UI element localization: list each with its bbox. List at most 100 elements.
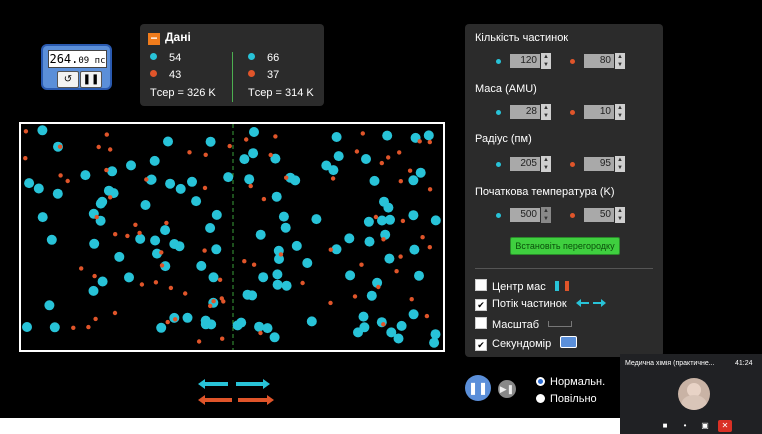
red-particle [219,296,224,301]
red-particle [217,277,223,282]
blue-particle [24,178,35,189]
blue-particle [52,188,63,199]
red-particle [57,144,63,149]
blue-particle [429,337,440,348]
speed-normal-option[interactable]: Нормальн. [536,376,605,388]
center-of-mass-option[interactable]: Центр мас [475,279,569,293]
blue-temperature-input[interactable]: 500 [510,208,540,222]
red-temperature-input[interactable]: 50 [584,208,614,222]
red-particle [360,131,365,136]
blue-particle [262,323,273,334]
blue-mass-spinner[interactable]: ▲ ▼ [541,104,551,120]
end-call-icon[interactable]: ✕ [718,420,732,432]
pause-button[interactable]: ❚❚ [465,375,491,401]
red-radius-input[interactable]: 95 [584,157,614,171]
blue-radius-spinner[interactable]: ▲ ▼ [541,156,551,172]
stopwatch-option[interactable]: ✔ Секундомір [475,336,578,351]
blue-temperature-spinner[interactable]: ▲ ▼ [541,207,551,223]
blue-particle [269,332,280,343]
screen-share-icon[interactable]: ▣ [698,420,712,432]
scale-ruler-icon [548,321,573,327]
red-particle [354,149,360,154]
particle-container[interactable] [19,122,445,352]
blue-particle [272,279,283,290]
blue-count-spinner[interactable]: ▲ ▼ [541,53,551,69]
blue-particle [37,125,48,136]
speed-slow-option[interactable]: Повільно [536,393,597,405]
red-radius-spinner[interactable]: ▲ ▼ [615,156,625,172]
data-panel-header[interactable]: − Дані [148,30,191,45]
data-panel: − Дані 54 43 Tсер = 326 K 66 37 Tсер = 31… [140,24,324,106]
blue-particle [281,280,292,291]
stopwatch-reset-button[interactable]: ↺ [57,71,79,88]
step-button[interactable]: ▶❚ [498,380,516,398]
center-of-mass-checkbox[interactable] [475,279,487,291]
pause-icon: ❚❚ [82,74,100,85]
camera-icon[interactable]: ■ [658,420,672,432]
red-count-spinner[interactable]: ▲ ▼ [615,53,625,69]
red-particle [108,147,113,152]
blue-dot-icon [496,213,501,218]
blue-particle [377,215,387,226]
particle-flow-checkbox[interactable]: ✔ [475,299,487,311]
speed-normal-radio[interactable] [536,377,545,386]
red-marker-icon [564,281,569,291]
video-call-overlay[interactable]: Медична хімія (практичне... 41:24 ■ • ▣ … [620,354,762,434]
blue-count-input[interactable]: 120 [510,54,540,68]
blue-mass-input[interactable]: 28 [510,105,540,119]
red-temperature-spinner[interactable]: ▲ ▼ [615,207,625,223]
stopwatch-pause-button[interactable]: ❚❚ [80,71,102,88]
red-particle [159,263,165,268]
red-particle [159,250,164,255]
red-dot-icon [570,162,575,167]
blue-particle [22,322,32,332]
blue-particle [97,276,108,287]
speed-slow-radio[interactable] [536,394,545,403]
scale-checkbox[interactable] [475,317,487,329]
blue-particle [280,222,291,233]
stopwatch-checkbox[interactable]: ✔ [475,339,487,351]
blue-particle [258,272,269,283]
blue-particle [37,212,48,223]
blue-dot-icon [496,162,501,167]
blue-radius-input[interactable]: 205 [510,157,540,171]
particle-flow-option[interactable]: ✔ Потік частинок [475,298,606,311]
blue-particle [44,300,55,311]
blue-particle [247,290,258,301]
red-dot-icon [248,70,255,77]
control-panel: Кількість частинок 120 ▲ ▼ 80 ▲ ▼ Маса (AM… [465,24,663,357]
red-particle [173,317,178,322]
call-title: Медична хімія (практичне... [625,360,715,367]
blue-particle [363,216,374,227]
red-particle [86,324,91,330]
blue-particle [393,333,404,344]
red-mass-spinner[interactable]: ▲ ▼ [615,104,625,120]
red-particle [144,177,149,182]
red-particle [424,313,430,319]
blue-particle [124,272,134,283]
blue-particle [249,127,259,137]
blue-particle [384,253,395,264]
collapse-icon[interactable]: − [148,32,160,45]
blue-particle [423,130,434,141]
red-count-input[interactable]: 80 [584,54,614,68]
blue-particle [414,270,424,281]
microphone-icon[interactable]: • [678,420,692,432]
step-forward-icon: ▶❚ [499,384,515,394]
red-particle [58,173,63,178]
red-mass-input[interactable]: 10 [584,105,614,119]
blue-particle [200,319,211,330]
set-partition-button[interactable]: Встановіть перегородку [510,237,620,255]
initial-temperature-label: Початкова температура (K) [475,186,615,198]
scale-option[interactable]: Масштаб [475,317,573,331]
red-particle [398,179,403,184]
blue-particle [208,272,219,283]
stopwatch-icon [560,336,578,348]
blue-particle [369,175,380,186]
red-particle [79,266,84,271]
blue-particle [196,260,207,271]
stopwatch[interactable]: 264.09 пс ↺ ❚❚ [41,44,112,90]
blue-particle [409,244,420,255]
blue-particle [149,155,160,166]
blue-particle [239,154,250,165]
